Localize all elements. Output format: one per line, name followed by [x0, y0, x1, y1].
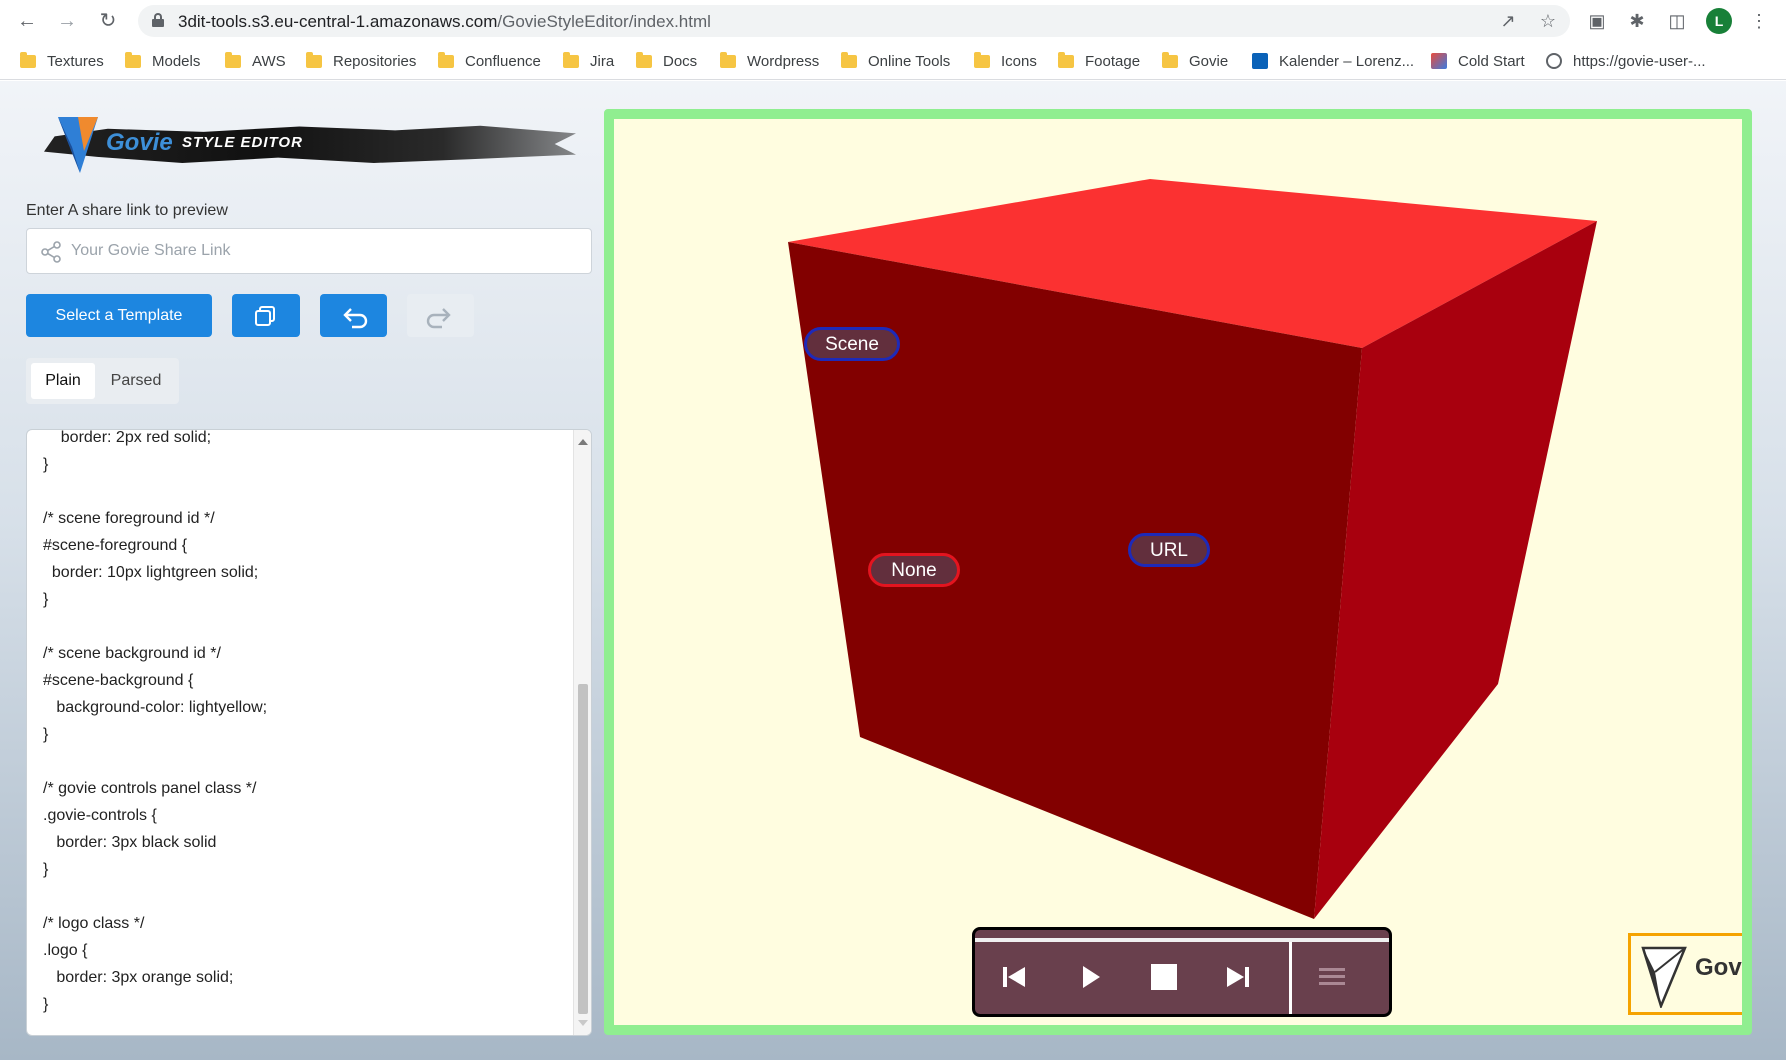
globe-icon — [1546, 53, 1562, 69]
bookmarks-bar: Textures Models AWS Repositories Conflue… — [0, 42, 1786, 80]
extensions-icon[interactable]: ✱ — [1624, 8, 1650, 34]
folder-icon — [841, 51, 857, 68]
bookmark-wordpress[interactable]: Wordpress — [720, 50, 819, 72]
back-arrow-icon[interactable]: ← — [14, 8, 40, 34]
skip-back-icon[interactable] — [997, 960, 1031, 994]
css-code-editor[interactable]: border: 2px red solid; } /* scene foregr… — [26, 429, 592, 1036]
bookmark-online-tools[interactable]: Online Tools — [841, 50, 950, 72]
brand-name: Govie — [106, 129, 173, 156]
forward-arrow-icon[interactable]: → — [54, 8, 80, 34]
cold-start-favicon-icon — [1431, 53, 1447, 69]
browser-toolbar: ← → ↻ 3dit-tools.s3.eu-central-1.amazona… — [0, 0, 1786, 42]
bookmark-docs[interactable]: Docs — [636, 50, 697, 72]
bookmark-govie[interactable]: Govie — [1162, 50, 1228, 72]
bookmark-kalender[interactable]: Kalender – Lorenz... — [1252, 50, 1414, 72]
scroll-down-arrow-icon[interactable] — [578, 1020, 588, 1026]
bookmark-textures[interactable]: Textures — [20, 50, 104, 72]
play-icon[interactable] — [1073, 960, 1107, 994]
folder-icon — [225, 51, 241, 68]
view-tabs: Plain Parsed — [26, 358, 179, 404]
progress-bar[interactable] — [975, 938, 1389, 942]
scroll-up-arrow-icon[interactable] — [578, 439, 588, 445]
folder-icon — [125, 51, 141, 68]
bookmark-aws[interactable]: AWS — [225, 50, 286, 72]
bookmark-footage[interactable]: Footage — [1058, 50, 1140, 72]
bookmark-govie-user[interactable]: https://govie-user-... — [1546, 50, 1706, 72]
calendar-favicon-icon — [1252, 53, 1268, 69]
folder-icon — [20, 51, 36, 68]
folder-icon — [1162, 51, 1178, 68]
govie-v-logo-icon — [1641, 946, 1687, 1008]
profile-avatar[interactable]: L — [1706, 8, 1732, 34]
folder-icon — [974, 51, 990, 68]
skip-forward-icon[interactable] — [1221, 960, 1255, 994]
style-editor-title: STYLE EDITOR — [182, 134, 303, 151]
controls-divider — [1289, 942, 1292, 1014]
share-link-field[interactable] — [26, 228, 592, 274]
red-cube-model — [788, 179, 1597, 919]
share-icon — [41, 241, 61, 263]
bookmark-icons[interactable]: Icons — [974, 50, 1037, 72]
stop-icon[interactable] — [1147, 960, 1181, 994]
bookmark-star-icon[interactable]: ☆ — [1536, 9, 1560, 33]
list-menu-icon[interactable] — [1315, 960, 1349, 994]
logo[interactable]: Govie® — [1628, 933, 1749, 1015]
reload-icon[interactable]: ↻ — [95, 8, 121, 34]
undo-button[interactable] — [320, 294, 387, 337]
copy-button[interactable] — [232, 294, 300, 337]
folder-icon — [306, 51, 322, 68]
css-code-text[interactable]: border: 2px red solid; } /* scene foregr… — [43, 430, 573, 1018]
editor-scrollbar[interactable] — [573, 430, 591, 1035]
bookmark-models[interactable]: Models — [125, 50, 200, 72]
govie-controls — [972, 927, 1392, 1017]
govie-v-logo-icon — [58, 117, 98, 173]
style-editor-logo: Govie STYLE EDITOR — [44, 115, 576, 177]
redo-icon — [426, 308, 451, 329]
logo-text: Govie® — [1695, 954, 1749, 981]
share-link-input[interactable] — [71, 229, 581, 273]
redo-button[interactable] — [407, 294, 474, 337]
side-panel-icon[interactable]: ◫ — [1664, 8, 1690, 34]
undo-icon — [343, 308, 368, 329]
folder-icon — [1058, 51, 1074, 68]
tab-parsed[interactable]: Parsed — [98, 363, 174, 399]
menu-kebab-icon[interactable]: ⋮ — [1746, 8, 1772, 34]
scene-foreground[interactable]: Scene None URL Govi — [604, 109, 1752, 1035]
page: Govie STYLE EDITOR Enter A share link to… — [0, 81, 1786, 1060]
folder-icon — [438, 51, 454, 68]
bookmark-jira[interactable]: Jira — [563, 50, 614, 72]
bookmark-confluence[interactable]: Confluence — [438, 50, 541, 72]
folder-icon — [636, 51, 652, 68]
folder-icon — [563, 51, 579, 68]
hotspot-none[interactable]: None — [868, 553, 960, 587]
address-bar[interactable]: 3dit-tools.s3.eu-central-1.amazonaws.com… — [138, 5, 1570, 37]
select-template-button[interactable]: Select a Template — [26, 294, 212, 337]
copy-icon — [255, 306, 275, 326]
url-text: 3dit-tools.s3.eu-central-1.amazonaws.com… — [178, 12, 711, 31]
bookmark-repositories[interactable]: Repositories — [306, 50, 416, 72]
scroll-thumb[interactable] — [578, 684, 588, 1014]
share-link-label: Enter A share link to preview — [26, 202, 228, 219]
folder-icon — [720, 51, 736, 68]
bookmark-cold-start[interactable]: Cold Start — [1431, 50, 1525, 72]
lock-icon — [152, 13, 164, 27]
screenshot-icon[interactable]: ▣ — [1584, 8, 1610, 34]
hotspot-scene[interactable]: Scene — [804, 327, 900, 361]
hotspot-url[interactable]: URL — [1128, 533, 1210, 567]
share-page-icon[interactable]: ↗ — [1496, 9, 1520, 33]
tab-plain[interactable]: Plain — [31, 363, 95, 399]
